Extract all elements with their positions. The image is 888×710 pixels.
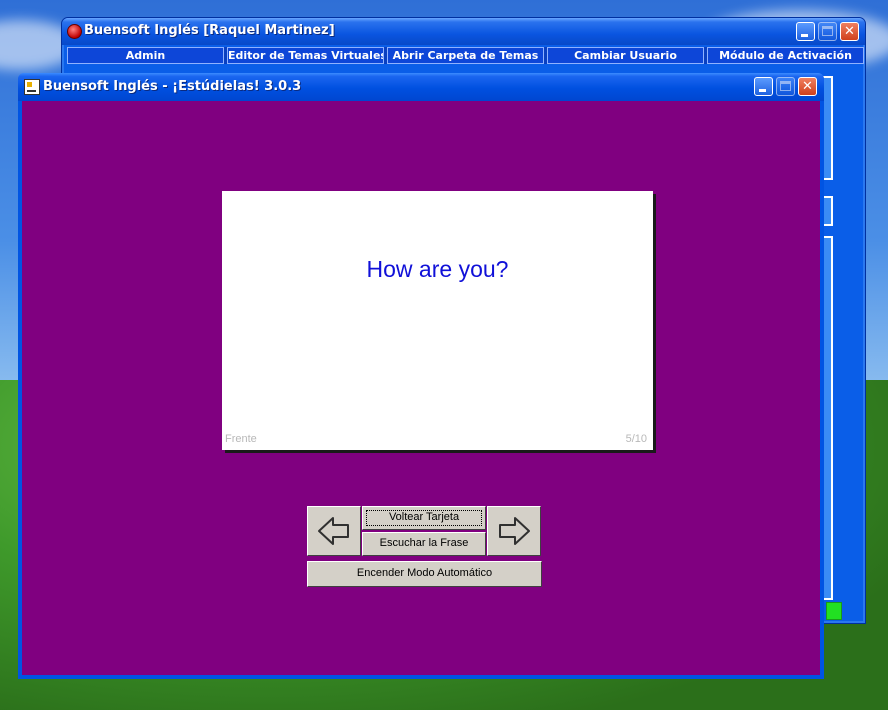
study-client-area: How are you? Frente 5/10 Voltear Tarjeta… <box>22 101 820 675</box>
flashcard[interactable]: How are you? Frente 5/10 <box>222 191 653 450</box>
menu-abrir-carpeta[interactable]: Abrir Carpeta de Temas <box>387 47 544 64</box>
main-window-title: Buensoft Inglés [Raquel Martinez] <box>84 23 335 38</box>
study-app-icon <box>24 79 40 95</box>
next-arrow-icon <box>499 517 530 545</box>
menu-admin[interactable]: Admin <box>67 47 224 64</box>
flashcard-side-label: Frente <box>225 433 257 445</box>
previous-card-button[interactable] <box>307 506 361 556</box>
minimize-icon <box>759 89 766 92</box>
listen-phrase-label: Escuchar la Frase <box>379 537 469 549</box>
flip-card-button[interactable]: Voltear Tarjeta <box>362 506 486 530</box>
close-icon: ✕ <box>802 79 813 94</box>
maximize-button[interactable] <box>818 22 837 41</box>
menu-modulo-activacion[interactable]: Módulo de Activación <box>707 47 864 64</box>
study-window-title: Buensoft Inglés - ¡Estúdielas! 3.0.3 <box>43 79 302 94</box>
study-maximize-button[interactable] <box>776 77 795 96</box>
menu-cambiar-usuario[interactable]: Cambiar Usuario <box>547 47 704 64</box>
main-menubar: Admin Editor de Temas Virtuales Abrir Ca… <box>67 47 864 64</box>
listen-phrase-button[interactable]: Escuchar la Frase <box>362 532 486 556</box>
close-button[interactable]: ✕ <box>840 22 859 41</box>
menu-editor-temas[interactable]: Editor de Temas Virtuales <box>227 47 384 64</box>
card-controls: Voltear Tarjeta Escuchar la Frase Encend… <box>307 506 542 588</box>
minimize-button[interactable] <box>796 22 815 41</box>
study-minimize-button[interactable] <box>754 77 773 96</box>
status-indicator <box>826 602 842 620</box>
close-icon: ✕ <box>844 24 855 39</box>
maximize-icon <box>822 26 833 36</box>
minimize-icon <box>801 34 808 37</box>
next-card-button[interactable] <box>487 506 541 556</box>
study-close-button[interactable]: ✕ <box>798 77 817 96</box>
app-icon <box>67 24 82 39</box>
auto-mode-button[interactable]: Encender Modo Automático <box>307 561 542 587</box>
previous-arrow-icon <box>318 517 349 545</box>
study-window: Buensoft Inglés - ¡Estúdielas! 3.0.3 ✕ H… <box>18 73 824 679</box>
flashcard-phrase: How are you? <box>366 256 509 282</box>
flip-card-label: Voltear Tarjeta <box>388 511 460 523</box>
flashcard-counter: 5/10 <box>625 433 647 445</box>
maximize-icon <box>780 81 791 91</box>
study-window-titlebar[interactable]: Buensoft Inglés - ¡Estúdielas! 3.0.3 ✕ <box>18 73 824 101</box>
main-window-titlebar[interactable]: Buensoft Inglés [Raquel Martinez] ✕ <box>62 18 865 45</box>
